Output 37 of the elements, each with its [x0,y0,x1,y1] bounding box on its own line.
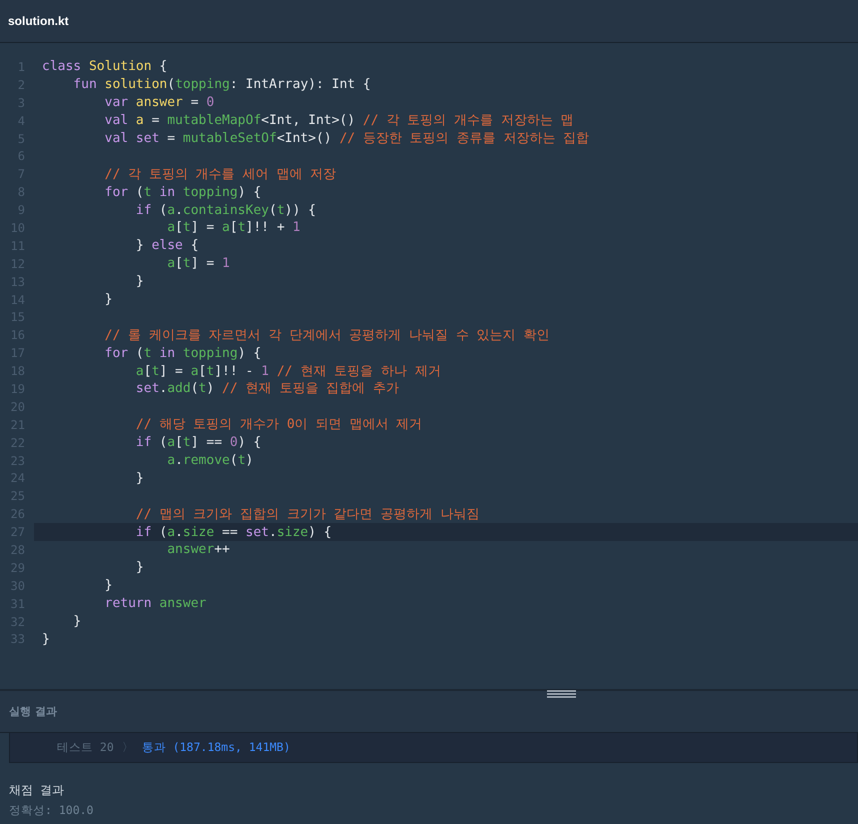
test-label: 테스트 20 [57,740,114,755]
code-line: if (a.containsKey(t)) { [134,202,316,219]
code-line: } [104,291,112,308]
code-line: a[t] = 1 [166,255,230,272]
accuracy-text: 정확성: 100.0 [9,803,94,818]
code-line: var answer = 0 [104,94,214,112]
code-line: set.add(t) // 현재 토핑을 집합에 추가 [134,380,399,398]
panel-title: 실행 결과 [9,704,57,719]
grading-title: 채점 결과 [9,782,66,799]
code-line: // 각 토핑의 개수를 세어 맵에 저장 [104,166,336,183]
file-tab-title[interactable]: solution.kt [8,14,69,28]
code-line: // 해당 토핑의 개수가 0이 되면 맵에서 제거 [134,416,422,434]
code-line: answer++ [166,541,230,558]
code-line: } [134,559,144,576]
code-line: } [72,613,82,630]
code-line: val a = mutableMapOf<Int, Int>() // 각 토핑의 개수를 저장하는 맵 [104,112,574,130]
code-line: a[t] = a[t]!! + 1 [166,219,300,236]
test-outcome: 통과 (187.18ms, 141MB) [142,740,290,755]
code-line: a.remove(t) [166,452,254,470]
code-line: // 맵의 크기와 집합의 크기가 같다면 공평하게 나눠짐 [134,506,480,523]
code-line: // 롤 케이크를 자르면서 각 단계에서 공평하게 나눠질 수 있는지 확인 [104,326,550,344]
code-line: if (a.size == set.size) { [134,524,332,541]
code-line: } else { [134,237,199,254]
code-line: for (t in topping) { [104,184,262,201]
code-line: fun solution(topping: IntArray): Int { [72,76,371,94]
code-line: return answer [104,595,206,612]
code-line: } [104,577,112,594]
code-line: a[t] = a[t]!! - 1 // 현재 토핑을 하나 제거 [134,362,441,380]
code-line: if (a[t] == 0) { [134,434,262,452]
code-line: } [42,630,50,648]
code-line: } [134,470,144,487]
code-line: val set = mutableSetOf<Int>() // 등장한 토핑의 종류를 저장하는 집합 [104,130,590,147]
code-line: } [134,273,144,290]
code-line: class Solution { [42,58,168,76]
chevron-icon: 〉 [122,740,134,755]
resize-handle-icon[interactable] [547,690,576,698]
code-line: for (t in topping) { [104,344,262,362]
